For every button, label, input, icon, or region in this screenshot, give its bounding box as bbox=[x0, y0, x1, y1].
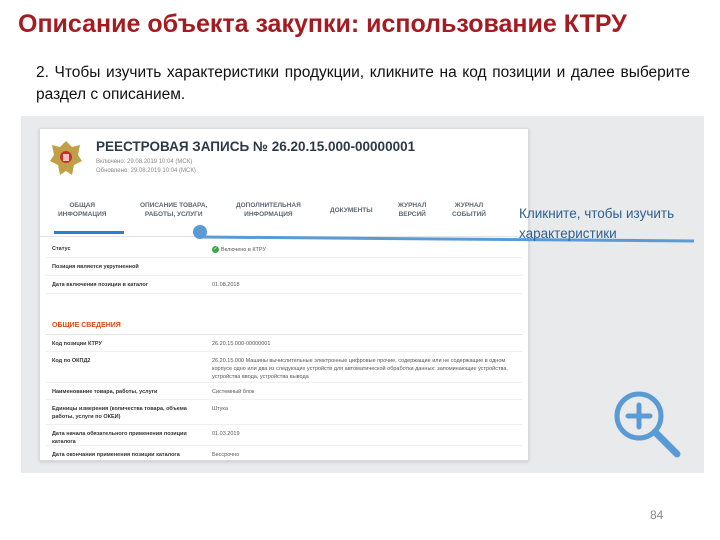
active-tab-indicator bbox=[54, 231, 124, 234]
section-title: ОБЩИЕ СВЕДЕНИЯ bbox=[52, 322, 121, 329]
row-label: Код по ОКПД2 bbox=[52, 358, 91, 364]
status-row: Дата включения позиции в каталог 01.08.2… bbox=[46, 277, 522, 294]
row-label: Дата включения позиции в каталог bbox=[52, 282, 149, 288]
registry-record-panel: РЕЕСТРОВАЯ ЗАПИСЬ № 26.20.15.000-0000000… bbox=[39, 128, 529, 461]
row-value: 01.08.2018 bbox=[212, 282, 240, 288]
tab-general-info[interactable]: ОБЩАЯ ИНФОРМАЦИЯ bbox=[58, 201, 106, 219]
row-value: Включено в КТРУ bbox=[221, 246, 266, 253]
coat-of-arms-icon bbox=[50, 141, 82, 175]
general-row: Единицы измерения (количества товара, об… bbox=[46, 401, 522, 425]
status-row: Статус ✓ Включено в КТРУ bbox=[46, 241, 522, 258]
page-number: 84 bbox=[650, 508, 664, 522]
zoom-in-icon bbox=[614, 391, 681, 458]
tab-additional-info[interactable]: ДОПОЛНИТЕЛЬНАЯ ИНФОРМАЦИЯ bbox=[236, 201, 301, 219]
row-label: Позиция является укрупненной bbox=[52, 264, 139, 270]
row-label: Дата окончания применения позиции катало… bbox=[52, 452, 180, 458]
row-label: Наименование товара, работы, услуги bbox=[52, 389, 158, 395]
tab-events-log[interactable]: ЖУРНАЛ СОБЫТИЙ bbox=[452, 201, 486, 219]
record-title: РЕЕСТРОВАЯ ЗАПИСЬ № 26.20.15.000-0000000… bbox=[96, 139, 416, 154]
general-info-heading: ОБЩИЕ СВЕДЕНИЯ bbox=[46, 315, 522, 335]
ktru-code-link[interactable]: 26.20.15.000-00000001 bbox=[212, 340, 512, 348]
instruction-text: 2. Чтобы изучить характеристики продукци… bbox=[36, 64, 690, 103]
general-row: Код по ОКПД2 26.20.15.000 Машины вычисли… bbox=[46, 353, 522, 383]
record-tabs: ОБЩАЯ ИНФОРМАЦИЯ ОПИСАНИЕ ТОВАРА, РАБОТЫ, … bbox=[40, 193, 528, 237]
status-row: Позиция является укрупненной bbox=[46, 259, 522, 276]
row-label: Единицы измерения (количества товара, об… bbox=[52, 406, 187, 420]
tab-versions-log[interactable]: ЖУРНАЛ ВЕРСИЙ bbox=[398, 201, 426, 219]
row-label: Статус bbox=[52, 246, 71, 252]
row-value: Штука bbox=[212, 406, 228, 412]
row-value: Системный блок bbox=[212, 389, 255, 395]
slide-title: Описание объекта закупки: использование … bbox=[18, 10, 627, 38]
row-label: Код позиции КТРУ bbox=[52, 341, 102, 347]
general-row: Дата окончания применения позиции катало… bbox=[46, 447, 522, 460]
row-value: 01.03.2019 bbox=[212, 431, 240, 437]
tab-documents[interactable]: ДОКУМЕНТЫ bbox=[330, 206, 373, 215]
record-updated-date: Обновлено: 29.08.2019 10:04 (МСК) bbox=[96, 168, 196, 174]
row-value: 26.20.15.000 Машины вычислительные элект… bbox=[212, 358, 508, 380]
screenshot-area: РЕЕСТРОВАЯ ЗАПИСЬ № 26.20.15.000-0000000… bbox=[21, 116, 704, 473]
tab-product-description[interactable]: ОПИСАНИЕ ТОВАРА, РАБОТЫ, УСЛУГИ bbox=[140, 201, 207, 219]
row-label: Дата начала обязательного применения поз… bbox=[52, 431, 187, 445]
general-row: Наименование товара, работы, услуги Сист… bbox=[46, 384, 522, 400]
callout-text: Кликните, чтобы изучить характеристики bbox=[519, 206, 675, 241]
record-included-date: Включено: 29.08.2019 10:04 (МСК) bbox=[96, 159, 193, 165]
general-row: Код позиции КТРУ 26.20.15.000-00000001 bbox=[46, 336, 522, 352]
check-circle-icon: ✓ bbox=[212, 246, 219, 253]
row-value: Бессрочно bbox=[212, 452, 240, 458]
general-row: Дата начала обязательного применения поз… bbox=[46, 426, 522, 446]
